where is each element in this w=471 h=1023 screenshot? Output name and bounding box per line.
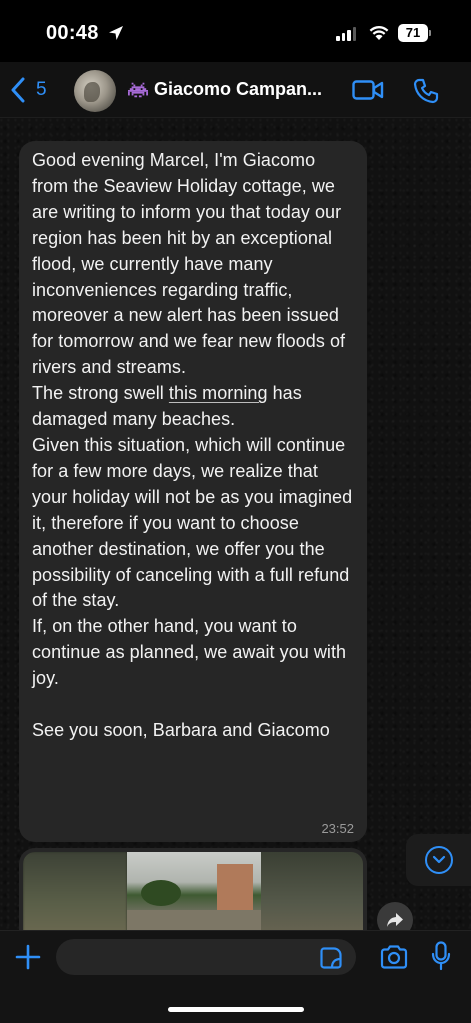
flood-photo[interactable] [23,852,363,938]
cellular-signal-icon [336,27,356,41]
image-message[interactable] [19,848,367,938]
battery-level: 71 [398,24,428,42]
forward-arrow-icon [387,913,403,927]
back-button[interactable]: 5 [10,76,47,104]
chat-header: 5 Giacomo Campan... [0,62,471,118]
chevron-down-icon [432,855,445,864]
location-arrow-icon [109,26,123,40]
contact-title[interactable]: Giacomo Campan... [128,79,322,100]
attach-plus-button[interactable] [14,943,42,971]
space-invader-icon [128,82,148,97]
unread-count: 5 [36,79,47,100]
phone-call-button[interactable] [413,78,439,104]
status-bar: 00:48 71 [0,0,471,62]
video-call-button[interactable] [352,78,384,102]
contact-avatar[interactable] [74,70,116,112]
incoming-message[interactable]: Good evening Marcel, I'm Giacomo from th… [19,141,367,842]
message-input[interactable] [56,939,356,975]
microphone-button[interactable] [431,941,451,971]
camera-button[interactable] [380,945,408,969]
status-time: 00:48 [46,22,99,44]
message-text: Good evening Marcel, I'm Giacomo from th… [32,150,353,740]
wifi-icon [369,26,389,40]
home-indicator[interactable] [168,1007,304,1012]
message-timestamp: 23:52 [321,821,354,836]
date-link[interactable]: this morning [169,383,268,403]
sticker-button[interactable] [320,947,342,969]
battery-icon: 71 [398,24,432,42]
scroll-to-bottom-button[interactable] [406,834,471,886]
chevron-left-icon [11,77,25,103]
contact-name: Giacomo Campan... [154,79,323,99]
